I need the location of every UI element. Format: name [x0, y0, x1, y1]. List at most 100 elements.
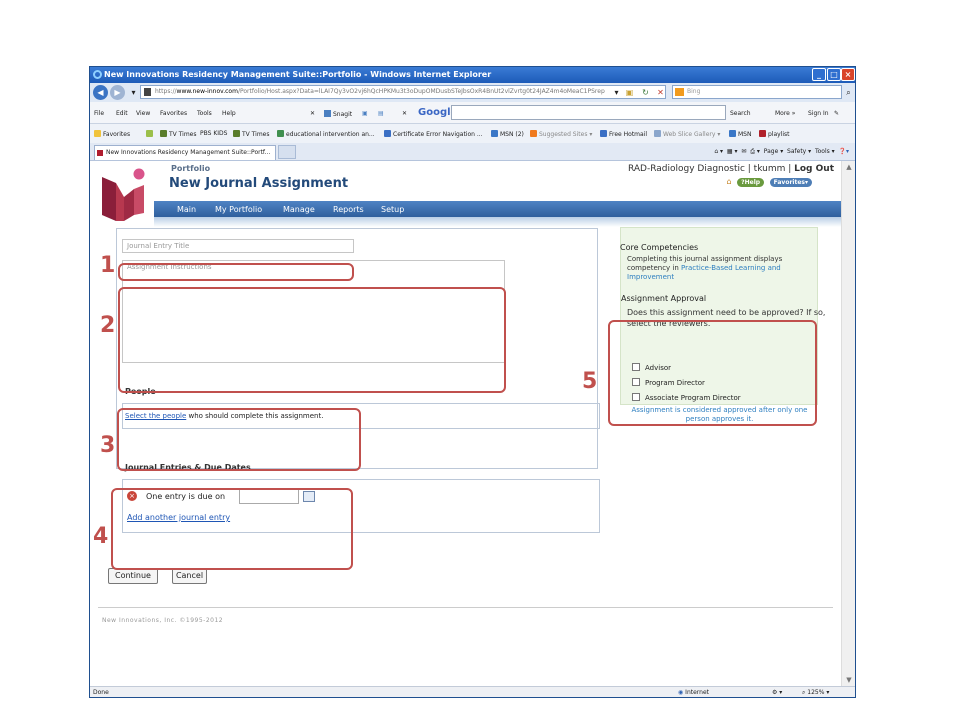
link-icon [277, 130, 284, 137]
favorites-button[interactable]: Favorites [94, 130, 130, 138]
favorites-label: Favorites [103, 131, 131, 138]
copyright-text: New Innovations, Inc. ©1995-2012 [102, 617, 224, 624]
close-toolbar-icon[interactable]: ✕ [310, 110, 315, 117]
print-icon[interactable]: ⎙ ▾ [750, 148, 760, 155]
nav-my-portfolio[interactable]: My Portfolio [215, 205, 262, 214]
continue-button[interactable]: Continue [108, 568, 158, 584]
title-placeholder: Journal Entry Title [127, 242, 190, 250]
page-menu-label: Page [763, 148, 779, 155]
back-button[interactable]: ◀ [93, 85, 108, 100]
fav-hotmail[interactable]: Free Hotmail [600, 130, 647, 138]
section-label: Portfolio [171, 164, 211, 173]
fav-msn-2[interactable]: MSN [729, 130, 751, 138]
tools-menu-label: Tools [814, 148, 830, 155]
help-icon[interactable]: ❓▾ [839, 148, 849, 155]
site-favicon [97, 150, 103, 156]
fav-suggested-sites[interactable]: Suggested Sites ▾ [530, 130, 592, 138]
scroll-down-icon[interactable]: ▼ [842, 674, 855, 686]
scroll-up-icon[interactable]: ▲ [842, 161, 855, 173]
forward-button[interactable]: ▶ [110, 85, 125, 100]
annotation-box-3 [117, 408, 361, 471]
refresh-icon[interactable]: ↻ [639, 86, 652, 99]
home-icon[interactable]: ⌂ ▾ [714, 148, 723, 155]
annotation-box-4 [111, 488, 353, 570]
snagit-editor-icon[interactable]: ▤ [378, 110, 384, 117]
command-bar: ⌂ ▾ ▦ ▾ ✉ ⎙ ▾ Page ▾ Safety ▾ Tools ▾ ❓▾ [714, 148, 849, 156]
fav-tv-times[interactable]: TV Times [160, 130, 197, 138]
close-button[interactable]: × [841, 68, 855, 81]
fav-label: Free Hotmail [609, 131, 648, 138]
journal-entry-title-input[interactable]: Journal Entry Title [122, 239, 354, 253]
close-google-toolbar-icon[interactable]: ✕ [402, 110, 407, 117]
vertical-scrollbar[interactable]: ▲ ▼ [841, 161, 855, 686]
wrench-icon[interactable]: ✎ [834, 110, 839, 117]
menu-help[interactable]: Help [222, 110, 236, 117]
tab-row: New Innovations Residency Management Sui… [90, 143, 855, 161]
sign-in-button[interactable]: Sign In [808, 110, 829, 117]
add-favorite-glyph [146, 130, 153, 137]
zone-label: Internet [685, 689, 709, 696]
favorites-dropdown[interactable]: Favorites▾ [769, 178, 812, 187]
fav-playlist[interactable]: playlist [759, 130, 790, 138]
fav-certificate[interactable]: Certificate Error Navigation ... [384, 130, 483, 138]
nav-manage[interactable]: Manage [283, 205, 315, 214]
zoom-level: 125% [807, 689, 825, 696]
page-icon [144, 88, 151, 96]
search-button[interactable]: Search [730, 110, 751, 117]
menu-view[interactable]: View [136, 110, 150, 117]
window-title: New Innovations Residency Management Sui… [104, 70, 492, 79]
minimize-button[interactable]: _ [812, 68, 826, 81]
feeds-icon[interactable]: ▦ ▾ [727, 148, 738, 155]
address-input[interactable]: https://www.new-innov.com/Portfolio/Host… [140, 85, 666, 99]
lock-icon[interactable]: ▣ [623, 86, 636, 99]
home-people-icon[interactable]: ⌂ [727, 177, 732, 186]
msn-icon [729, 130, 736, 137]
snagit-capture-icon[interactable]: ▣ [362, 110, 368, 117]
fav-pbs-kids[interactable]: PBS KIDS [200, 130, 227, 137]
menu-file[interactable]: File [94, 110, 104, 117]
history-dropdown-icon[interactable]: ▾ [127, 86, 140, 99]
user-info: RAD-Radiology Diagnostic | tkumm | Log O… [628, 164, 834, 174]
page-title: New Journal Assignment [169, 176, 349, 191]
title-bar: New Innovations Residency Management Sui… [90, 67, 855, 83]
fav-tv-times-2[interactable]: TV Times [233, 130, 270, 138]
snagit-button[interactable]: Snagit [324, 110, 352, 118]
globe-icon: ◉ [678, 689, 684, 696]
assignment-approval-title: Assignment Approval [621, 294, 707, 303]
ie-icon [93, 70, 102, 79]
browser-tab[interactable]: New Innovations Residency Management Sui… [94, 145, 276, 160]
more-button[interactable]: More » [775, 110, 795, 117]
menu-tools[interactable]: Tools [197, 110, 212, 117]
help-button[interactable]: ?Help [737, 178, 765, 187]
fav-educational[interactable]: educational intervention an... [277, 130, 375, 138]
nav-reports[interactable]: Reports [333, 205, 364, 214]
zoom-control[interactable]: ⌕ 125% ▾ [802, 689, 829, 697]
protected-mode-icon[interactable]: ⚙ ▾ [772, 689, 782, 696]
google-search-input[interactable] [451, 105, 726, 120]
new-tab-button[interactable] [278, 145, 296, 159]
new-innovations-logo [102, 168, 145, 221]
menu-edit[interactable]: Edit [116, 110, 128, 117]
tools-menu[interactable]: Tools ▾ [815, 148, 835, 155]
logout-link[interactable]: Log Out [794, 164, 834, 174]
cancel-button[interactable]: Cancel [172, 568, 207, 584]
bing-search-input[interactable]: Bing [672, 85, 842, 99]
mail-icon[interactable]: ✉ [741, 148, 746, 155]
fav-web-slice[interactable]: Web Slice Gallery ▾ [654, 130, 720, 138]
maximize-button[interactable]: □ [827, 68, 841, 81]
page-menu[interactable]: Page ▾ [764, 148, 783, 155]
search-icon[interactable]: ⌕ [842, 86, 855, 99]
fav-label: TV Times [242, 131, 270, 138]
nav-main[interactable]: Main [177, 205, 196, 214]
nav-setup[interactable]: Setup [381, 205, 404, 214]
fav-msn[interactable]: MSN (2) [491, 130, 524, 138]
address-bar-row: ◀ ▶ ▾ https://www.new-innov.com/Portfoli… [90, 83, 855, 102]
address-dropdown-icon[interactable]: ▾ [610, 86, 623, 99]
menu-favorites[interactable]: Favorites [160, 110, 187, 117]
add-favorite-icon[interactable] [146, 130, 155, 138]
ie-page-icon [600, 130, 607, 137]
stop-icon[interactable]: ✕ [654, 86, 667, 99]
status-text: Done [93, 689, 109, 696]
safety-menu[interactable]: Safety ▾ [787, 148, 811, 155]
star-icon [94, 130, 101, 137]
